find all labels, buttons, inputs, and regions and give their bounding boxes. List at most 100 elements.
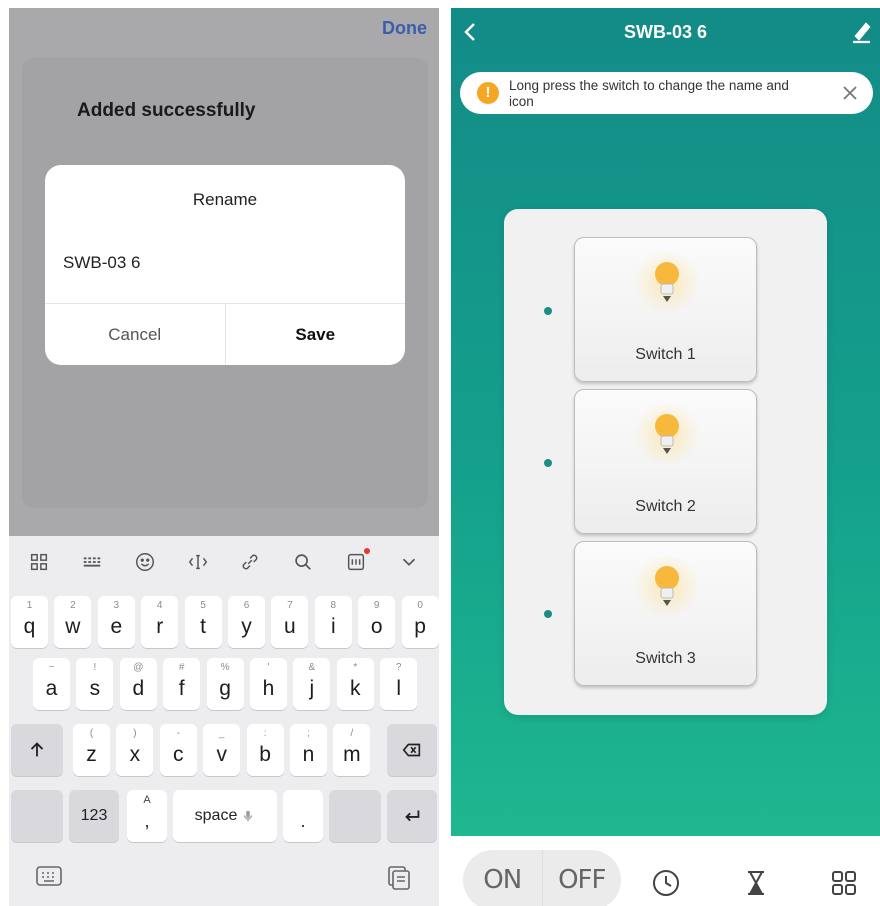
key-label: r [156, 615, 164, 638]
tip-banner: ! Long press the switch to change the na… [460, 72, 873, 114]
clock-icon[interactable] [651, 868, 681, 898]
key-secondary-label: ~ [48, 662, 55, 673]
key-u[interactable]: 7u [271, 596, 309, 648]
keyboard-switch-icon[interactable] [35, 864, 63, 888]
key-f[interactable]: # f [163, 658, 201, 710]
key-secondary-label: & [308, 662, 316, 673]
key-label: a [45, 677, 58, 700]
hourglass-icon[interactable] [741, 868, 771, 898]
key-b[interactable]: :b [246, 724, 284, 776]
key-r[interactable]: 4r [141, 596, 179, 648]
sticker-icon[interactable] [344, 548, 370, 574]
indicator-dot-3 [544, 610, 552, 618]
key-label: q [23, 615, 36, 638]
blank-key-right[interactable] [329, 790, 381, 842]
key-label: s [89, 677, 101, 700]
on-button[interactable]: ON [463, 850, 542, 906]
indicator-dot-2 [544, 459, 552, 467]
key-secondary-label: ) [133, 728, 137, 739]
grid-icon[interactable] [829, 868, 859, 898]
left-screen: Done Added successfully Rename Cancel Sa… [9, 8, 439, 906]
rename-input[interactable] [63, 253, 383, 273]
key-h[interactable]: ' h [250, 658, 287, 710]
key-z[interactable]: (z [73, 724, 110, 776]
key-y[interactable]: 6y [228, 596, 265, 648]
clipboard-icon[interactable] [385, 863, 413, 891]
grid-icon[interactable] [27, 550, 51, 574]
shift-key[interactable] [11, 724, 63, 776]
comma-key[interactable]: A , [127, 790, 167, 842]
save-button[interactable]: Save [224, 304, 406, 365]
key-secondary-label: - [176, 728, 180, 739]
key-t[interactable]: 5t [184, 596, 222, 648]
microphone-icon [244, 810, 253, 822]
tip-text: Long press the switch to change the name… [509, 78, 789, 109]
backspace-key[interactable] [387, 724, 437, 776]
clipboard-link-icon[interactable] [238, 550, 262, 574]
key-a[interactable]: ~ a [33, 658, 70, 710]
key-label: h [262, 677, 275, 700]
key-s[interactable]: ! s [76, 658, 114, 710]
collapse-icon[interactable] [397, 550, 421, 574]
period-key[interactable]: . [283, 790, 323, 842]
numbers-key[interactable]: 123 [69, 790, 119, 842]
key-secondary-label: # [178, 662, 185, 673]
key-label: n [302, 743, 315, 766]
key-label: u [284, 615, 296, 638]
key-secondary-label: ' [267, 662, 270, 673]
key-label: k [350, 677, 361, 700]
key-label: f [178, 677, 185, 700]
key-secondary-label: 9 [373, 600, 380, 611]
key-k[interactable]: * k [336, 658, 374, 710]
space-key[interactable]: space [173, 790, 277, 842]
edit-icon[interactable] [850, 20, 872, 44]
right-screen: SWB-03 6 ! Long press the switch to chan… [451, 8, 880, 906]
key-v[interactable]: _ v [203, 724, 241, 776]
key-label: l [396, 677, 402, 700]
key-c[interactable]: -c [159, 724, 197, 776]
done-button[interactable]: Done [382, 18, 427, 39]
key-label: o [370, 615, 383, 638]
switch-panel: Switch 1 Switch 2 Switch 3 [504, 209, 827, 715]
key-i[interactable]: 8i [314, 596, 352, 648]
key-label: y [241, 615, 252, 638]
key-label: t [200, 615, 207, 638]
key-q[interactable]: 1q [11, 596, 48, 648]
key-e[interactable]: 3e [97, 596, 135, 648]
key-m[interactable]: / m [333, 724, 371, 776]
key-o[interactable]: 9o [358, 596, 396, 648]
switch-button-3[interactable]: Switch 3 [574, 541, 757, 686]
key-x[interactable]: ) x [116, 724, 154, 776]
keyboard-toolbar [9, 536, 439, 588]
key-label: j [309, 677, 315, 700]
off-button[interactable]: OFF [541, 850, 622, 906]
dimmed-backdrop: Done Added successfully Rename Cancel Sa… [9, 8, 439, 536]
cancel-button[interactable]: Cancel [45, 304, 225, 365]
emoji-icon[interactable] [133, 550, 157, 574]
key-secondary-label: ? [395, 662, 402, 673]
key-p[interactable]: 0p [401, 596, 439, 648]
key-label: c [173, 743, 184, 766]
key-label: m [343, 743, 361, 766]
cursor-icon[interactable] [186, 550, 210, 574]
enter-key[interactable] [387, 790, 437, 842]
search-icon[interactable] [291, 550, 315, 574]
key-w[interactable]: 2w [54, 596, 92, 648]
close-icon[interactable] [841, 84, 859, 102]
switch-button-1[interactable]: Switch 1 [574, 237, 757, 382]
key-n[interactable]: ; n [290, 724, 327, 776]
keyboard-layout-icon[interactable] [80, 550, 104, 574]
key-l[interactable]: ? l [380, 658, 418, 710]
blank-key-left[interactable] [11, 790, 63, 842]
key-secondary-label: ! [93, 662, 97, 673]
key-secondary-label: 8 [330, 600, 337, 611]
switch-button-2[interactable]: Switch 2 [574, 389, 757, 534]
key-secondary-label: ; [307, 728, 310, 739]
key-secondary-label: : [263, 728, 267, 739]
key-secondary-label: 3 [113, 600, 120, 611]
key-g[interactable]: % g [206, 658, 244, 710]
key-d[interactable]: @ d [119, 658, 157, 710]
dialog-buttons: Cancel Save [45, 303, 405, 365]
key-j[interactable]: & j [293, 658, 331, 710]
key-label: v [216, 743, 227, 766]
